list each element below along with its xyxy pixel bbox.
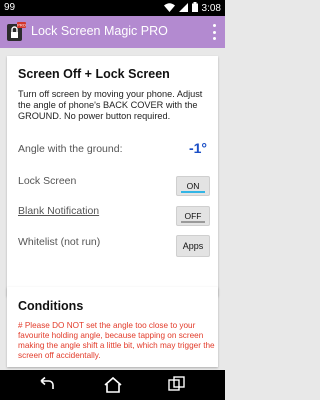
lock-app-icon: PRO [6,22,26,42]
conditions-card: Conditions # Please DO NOT set the angle… [7,287,218,367]
signal-icon [178,2,188,15]
screen-off-card: Screen Off + Lock Screen Turn off screen… [7,56,218,296]
angle-label: Angle with the ground: [18,143,123,155]
blank-notification-toggle-label: OFF [184,211,202,221]
battery-icon [191,2,198,15]
status-bar: 99 3:08 [0,0,225,16]
lock-screen-toggle[interactable]: ON [176,176,210,196]
home-icon[interactable] [103,376,123,394]
blank-notification-toggle[interactable]: OFF [176,206,210,226]
lock-screen-label: Lock Screen [18,175,77,187]
wifi-icon [163,2,175,15]
card-title: Screen Off + Lock Screen [18,67,170,81]
card-description: Turn off screen by moving your phone. Ad… [18,89,203,121]
navigation-bar [0,370,225,400]
app-bar: PRO Lock Screen Magic PRO [0,16,225,48]
angle-value: -1° [188,140,207,156]
app-title: Lock Screen Magic PRO [31,24,168,38]
back-icon[interactable] [37,376,57,394]
conditions-warning: # Please DO NOT set the angle too close … [18,321,215,360]
recent-apps-icon[interactable] [167,376,187,394]
apps-button[interactable]: Apps [176,235,210,257]
overflow-menu-icon[interactable] [213,24,217,40]
status-left-text: 99 [4,2,16,13]
whitelist-label: Whitelist (not run) [18,236,101,248]
status-time: 3:08 [201,3,221,14]
blank-notification-label[interactable]: Blank Notification [18,205,99,217]
pro-badge: PRO [17,23,26,28]
conditions-title: Conditions [18,299,84,313]
lock-screen-toggle-label: ON [186,181,200,191]
